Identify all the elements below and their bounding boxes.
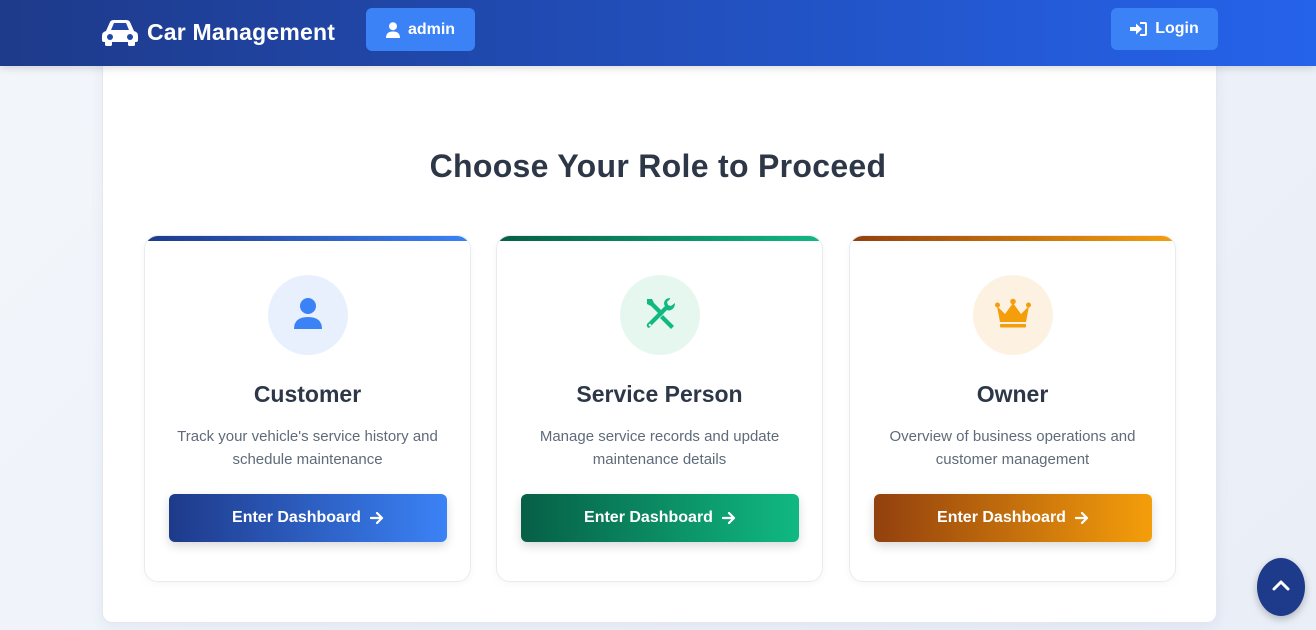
role-description: Overview of business operations and cust…: [889, 428, 1136, 468]
enter-dashboard-button-customer[interactable]: Enter Dashboard: [169, 494, 447, 542]
enter-dashboard-label: Enter Dashboard: [232, 509, 361, 526]
card-accent-bar: [145, 236, 470, 241]
role-card-owner: Owner Overview of business operations an…: [849, 235, 1176, 582]
chevron-up-icon: [1271, 578, 1291, 597]
page-title: Choose Your Role to Proceed: [429, 148, 887, 184]
user-button[interactable]: admin: [366, 8, 475, 51]
scroll-to-top-button[interactable]: [1257, 558, 1305, 616]
arrow-right-icon: [721, 511, 736, 525]
crown-icon: [995, 298, 1031, 333]
car-icon: [100, 17, 140, 47]
sign-in-icon: [1130, 21, 1148, 37]
card-accent-bar: [850, 236, 1175, 241]
tools-icon: [643, 296, 677, 335]
navbar: Car Management admin Login: [0, 0, 1316, 66]
enter-dashboard-button-owner[interactable]: Enter Dashboard: [874, 494, 1152, 542]
role-icon-circle: [973, 275, 1053, 355]
brand-title: Car Management: [147, 18, 336, 45]
card-accent-bar: [497, 236, 822, 241]
login-button-label: Login: [1155, 20, 1199, 37]
role-icon-circle: [620, 275, 700, 355]
arrow-right-icon: [369, 511, 384, 525]
user-icon: [293, 297, 323, 334]
enter-dashboard-button-service-person[interactable]: Enter Dashboard: [521, 494, 799, 542]
enter-dashboard-label: Enter Dashboard: [584, 509, 713, 526]
role-icon-circle: [268, 275, 348, 355]
role-title: Service Person: [576, 381, 743, 407]
enter-dashboard-label: Enter Dashboard: [937, 509, 1066, 526]
brand-link[interactable]: Car Management: [100, 12, 335, 52]
role-card-service-person: Service Person Manage service records an…: [496, 235, 823, 582]
arrow-right-icon: [1074, 511, 1089, 525]
role-description: Manage service records and update mainte…: [539, 428, 780, 468]
role-card-customer: Customer Track your vehicle's service hi…: [144, 235, 471, 582]
login-button[interactable]: Login: [1111, 8, 1218, 50]
user-button-label: admin: [407, 20, 456, 38]
role-title: Customer: [253, 381, 362, 407]
role-title: Owner: [976, 381, 1049, 407]
user-icon: [385, 21, 400, 38]
role-description: Track your vehicle's service history and…: [177, 428, 438, 468]
